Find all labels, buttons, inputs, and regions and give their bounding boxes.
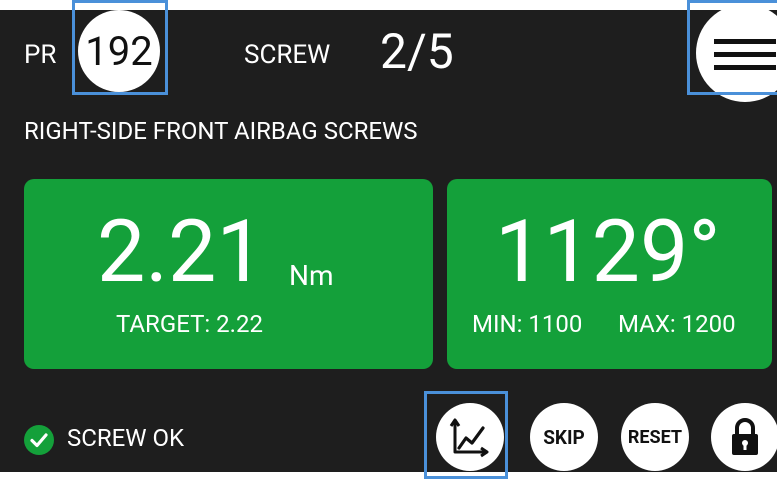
lock-icon [732, 418, 758, 455]
reset-button[interactable]: RESET [621, 403, 689, 471]
pr-value-badge[interactable]: 192 [78, 10, 160, 92]
lock-button[interactable] [711, 403, 777, 471]
angle-min: MIN: 1100 [472, 310, 583, 338]
angle-panel: 1129° MIN: 1100 MAX: 1200 [447, 179, 772, 369]
torque-unit: Nm [289, 259, 334, 292]
angle-value: 1129° [495, 201, 721, 302]
screw-label: SCREW [244, 40, 331, 70]
torque-target: TARGET: 2.22 [116, 310, 263, 338]
chart-button[interactable] [436, 403, 504, 471]
highlight-pr-tick [120, 0, 123, 2]
torque-panel: 2.21 Nm TARGET: 2.22 [24, 179, 433, 369]
screwdriver-screen: PR 192 SCREW 2/5 RIGHT-SIDE FRONT AIRBAG… [0, 0, 777, 479]
torque-value: 2.21 [97, 201, 265, 302]
skip-button[interactable]: SKIP [530, 403, 598, 471]
pr-label: PR [24, 40, 57, 70]
skip-label: SKIP [543, 425, 585, 449]
job-title: RIGHT-SIDE FRONT AIRBAG SCREWS [24, 117, 418, 145]
screw-count: 2/5 [380, 23, 454, 80]
status-text: SCREW OK [67, 424, 185, 452]
highlight-menu-tick [735, 0, 738, 2]
pr-value: 192 [85, 27, 153, 75]
angle-max: MAX: 1200 [618, 310, 736, 338]
menu-button[interactable] [696, 4, 777, 102]
check-icon [24, 425, 54, 455]
reset-label: RESET [627, 426, 683, 448]
chart-icon [449, 418, 489, 458]
